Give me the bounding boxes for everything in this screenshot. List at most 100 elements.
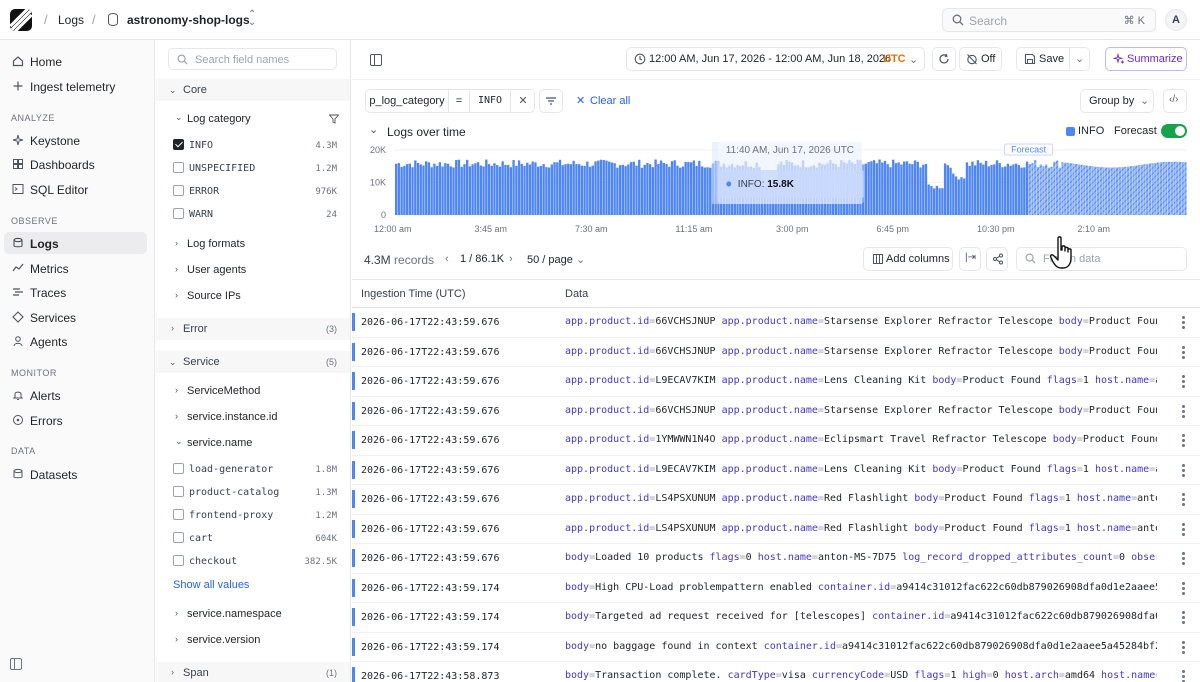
histogram-bar[interactable] (403, 165, 406, 215)
histogram-bar[interactable] (993, 164, 996, 215)
sidebar-item-traces[interactable]: Traces (4, 281, 147, 303)
histogram-bar[interactable] (506, 164, 510, 215)
histogram-bar[interactable] (709, 167, 712, 215)
app-logo-icon[interactable] (10, 9, 32, 31)
filter-icon[interactable] (329, 114, 339, 124)
forecast-bar[interactable] (1105, 167, 1108, 215)
histogram-bar[interactable] (976, 160, 980, 215)
histogram-bar[interactable] (905, 161, 909, 215)
sidebar-item-sql-editor[interactable]: SQL Editor (4, 178, 147, 200)
field-value-item[interactable]: product-catalog 1.3M (156, 483, 350, 503)
row-menu-icon[interactable] (1182, 611, 1185, 626)
prev-page-icon[interactable]: ‹ (445, 253, 449, 265)
sidebar-item-datasets[interactable]: Datasets (4, 463, 147, 485)
histogram-bar[interactable] (919, 167, 922, 215)
auto-refresh-button[interactable]: Off (959, 47, 1002, 71)
histogram-bar[interactable] (528, 164, 532, 215)
histogram-bar[interactable] (446, 163, 450, 215)
histogram-bar[interactable] (493, 163, 496, 215)
histogram-bar[interactable] (482, 166, 485, 215)
histogram-bar[interactable] (698, 160, 701, 215)
histogram-bar[interactable] (517, 160, 521, 215)
forecast-bar[interactable] (1053, 161, 1056, 215)
histogram-bar[interactable] (435, 165, 439, 215)
forecast-bar[interactable] (1167, 161, 1171, 215)
table-row[interactable]: 2026-06-17T22:43:59.174 body=no baggage f… (352, 633, 1200, 662)
histogram-bar[interactable] (597, 160, 600, 215)
histogram-bar[interactable] (616, 167, 619, 215)
histogram-bar[interactable] (556, 162, 559, 215)
filter-operator[interactable]: = (448, 90, 470, 112)
histogram-bar[interactable] (990, 164, 993, 215)
forecast-bar[interactable] (1072, 163, 1075, 215)
histogram-bar[interactable] (553, 162, 556, 215)
histogram-bar[interactable] (594, 161, 597, 215)
histogram-bar[interactable] (610, 162, 614, 215)
filter-options-button[interactable] (539, 89, 563, 113)
histogram-bar[interactable] (501, 161, 504, 215)
forecast-bar[interactable] (1102, 167, 1105, 215)
histogram-bar[interactable] (1006, 163, 1010, 215)
histogram-bar[interactable] (695, 165, 698, 215)
histogram-bar[interactable] (526, 162, 529, 215)
histogram-bar[interactable] (1020, 167, 1023, 215)
histogram-bar[interactable] (654, 159, 657, 216)
histogram-bar[interactable] (938, 188, 941, 215)
histogram-bar[interactable] (602, 160, 605, 215)
field-value-item[interactable]: frontend-proxy 1.2M (156, 506, 350, 526)
table-row[interactable]: 2026-06-17T22:43:58.873 body=Transaction … (352, 662, 1200, 682)
sidebar-item-metrics[interactable]: Metrics (4, 257, 147, 279)
histogram-bar[interactable] (933, 188, 936, 215)
logs-histogram-chart[interactable]: 20K 10K 0 Forecast 12:00 am 3:45 am 7:30 am 11:… (352, 142, 1200, 242)
row-menu-icon[interactable] (1182, 552, 1185, 567)
histogram-bar[interactable] (400, 166, 403, 215)
field-value-item[interactable]: checkout 382.5K (156, 552, 350, 572)
forecast-bar[interactable] (1137, 165, 1141, 215)
histogram-bar[interactable] (468, 166, 472, 215)
checkbox[interactable] (173, 139, 184, 150)
forecast-bar[interactable] (1132, 165, 1135, 215)
table-row[interactable]: 2026-06-17T22:43:59.174 body=Targeted ad … (352, 603, 1200, 633)
row-menu-icon[interactable] (1182, 404, 1185, 420)
histogram-bar[interactable] (430, 167, 433, 215)
forecast-bar[interactable] (1044, 164, 1048, 215)
histogram-bar[interactable] (995, 160, 999, 215)
histogram-bar[interactable] (433, 163, 436, 215)
collapse-sidebar-icon[interactable] (10, 658, 22, 670)
histogram-bar[interactable] (982, 164, 985, 215)
histogram-bar[interactable] (558, 159, 562, 215)
histogram-bar[interactable] (679, 167, 682, 215)
histogram-bar[interactable] (438, 162, 442, 215)
histogram-bar[interactable] (689, 162, 693, 215)
histogram-bar[interactable] (657, 164, 660, 215)
histogram-bar[interactable] (550, 164, 553, 215)
histogram-bar[interactable] (487, 164, 491, 215)
histogram-bar[interactable] (496, 165, 499, 215)
histogram-bar[interactable] (427, 162, 431, 215)
histogram-bar[interactable] (466, 159, 469, 215)
show-all-values-link[interactable]: Show all values (173, 579, 249, 591)
histogram-bar[interactable] (408, 163, 411, 215)
histogram-bar[interactable] (624, 166, 627, 215)
histogram-bar[interactable] (692, 160, 696, 215)
histogram-bar[interactable] (646, 162, 649, 215)
histogram-bar[interactable] (941, 188, 944, 215)
histogram-bar[interactable] (659, 160, 663, 216)
forecast-bar[interactable] (1088, 165, 1092, 215)
toggle-field-panel-icon[interactable] (370, 54, 382, 66)
forecast-bar[interactable] (1075, 164, 1078, 215)
table-row[interactable]: 2026-06-17T22:43:59.676 app.product.id=L9… (352, 367, 1200, 397)
histogram-bar[interactable] (662, 162, 665, 215)
group-by-dropdown[interactable]: Group by ⌄ (1080, 89, 1154, 113)
histogram-bar[interactable] (881, 162, 884, 215)
table-row[interactable]: 2026-06-17T22:43:59.676 app.product.id=66… (352, 338, 1200, 367)
sidebar-item-ingest[interactable]: Ingest telemetry (4, 75, 147, 97)
histogram-bar[interactable] (1009, 165, 1012, 215)
histogram-bar[interactable] (449, 166, 452, 215)
forecast-bar[interactable] (1148, 163, 1152, 215)
histogram-bar[interactable] (395, 163, 398, 215)
forecast-bar[interactable] (1058, 167, 1061, 215)
histogram-bar[interactable] (534, 162, 537, 215)
histogram-bar[interactable] (471, 164, 474, 215)
histogram-bar[interactable] (889, 167, 892, 215)
